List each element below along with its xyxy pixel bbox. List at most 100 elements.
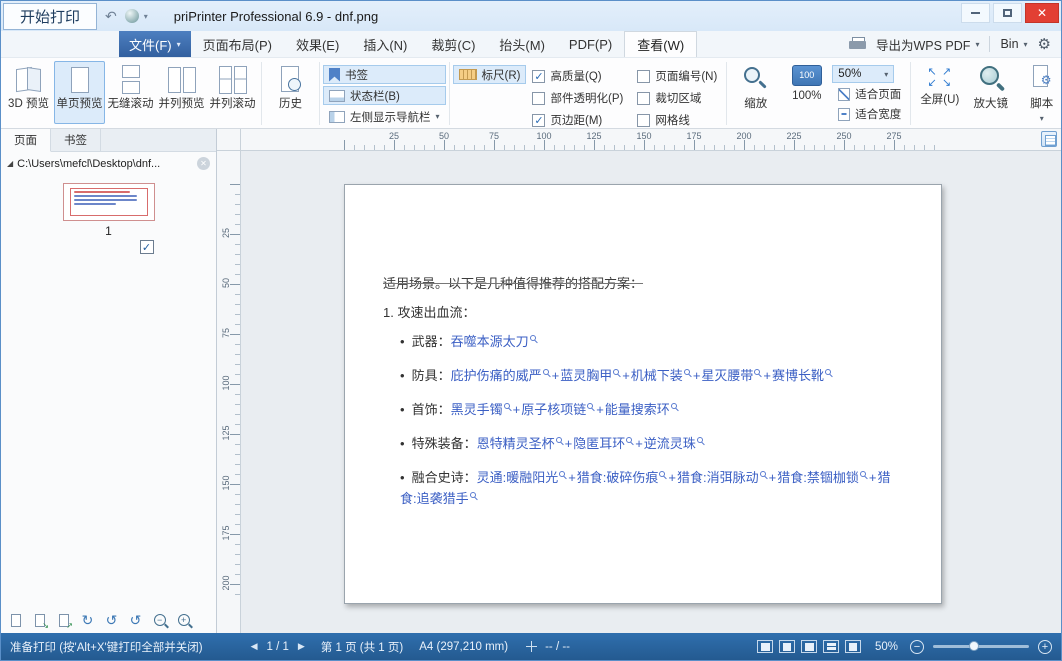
tab-PDF(P)[interactable]: PDF(P) bbox=[557, 31, 624, 57]
search-magnifier-icon[interactable] bbox=[659, 471, 665, 477]
search-magnifier-icon[interactable] bbox=[671, 403, 677, 409]
search-magnifier-icon[interactable] bbox=[825, 369, 831, 375]
view-continuous-icon[interactable] bbox=[801, 640, 817, 653]
item-link[interactable]: 能量搜索环 bbox=[605, 402, 670, 417]
fullscreen-button[interactable]: 全屏(U) bbox=[914, 61, 965, 124]
rotate-cw-icon[interactable]: ↻ bbox=[78, 611, 97, 630]
search-magnifier-icon[interactable] bbox=[613, 369, 619, 375]
item-link[interactable]: 猎食:禁锢枷锁 bbox=[777, 470, 859, 485]
view-grid-icon[interactable] bbox=[823, 640, 839, 653]
previous-page-icon[interactable]: ◀ bbox=[251, 641, 258, 652]
search-magnifier-icon[interactable] bbox=[860, 471, 866, 477]
view-multi-icon[interactable] bbox=[845, 640, 861, 653]
tree-item-document[interactable]: ◢ C:\Users\mefcl\Desktop\dnf... ✕ bbox=[1, 152, 216, 175]
checkbox-部件透明化(P)[interactable]: 部件透明化(P) bbox=[532, 90, 623, 106]
history-button[interactable]: 历史 bbox=[265, 61, 316, 124]
item-link[interactable]: 恩特精灵圣杯 bbox=[477, 436, 555, 451]
magnifier-button[interactable]: 放大镜 bbox=[965, 61, 1016, 124]
sidebar-tab-书签[interactable]: 书签 bbox=[51, 129, 101, 151]
settings-gear-icon[interactable]: ⚙ bbox=[1038, 35, 1051, 53]
checkbox-页面编号(N)[interactable]: 页面编号(N) bbox=[637, 68, 717, 84]
zoom-level-select[interactable]: 50% ▾ bbox=[832, 65, 894, 83]
tab-插入(N)[interactable]: 插入(N) bbox=[351, 31, 419, 57]
item-link[interactable]: 原子核项链 bbox=[521, 402, 586, 417]
item-link[interactable]: 庇护伤痛的威严 bbox=[451, 368, 542, 383]
item-link[interactable]: 赛博长靴 bbox=[772, 368, 824, 383]
item-link[interactable]: 猎食:消弭脉动 bbox=[677, 470, 759, 485]
start-print-button[interactable]: 开始打印 bbox=[3, 3, 97, 30]
statusbar-toggle[interactable]: 状态栏(B) bbox=[323, 86, 446, 105]
fit-page-button[interactable]: 适合页面 bbox=[832, 85, 907, 103]
tab-效果(E)[interactable]: 效果(E) bbox=[284, 31, 351, 57]
nav-panel-toggle[interactable]: 左侧显示导航栏▾ bbox=[323, 107, 446, 126]
panel-close-icon[interactable]: ✕ bbox=[197, 157, 210, 170]
zoom-out-button[interactable]: − bbox=[910, 640, 924, 654]
item-link[interactable]: 吞噬本源太刀 bbox=[451, 334, 529, 349]
bin-button[interactable]: Bin ▾ bbox=[1000, 37, 1027, 51]
import-page-icon[interactable]: ↘ bbox=[30, 611, 49, 630]
next-page-icon[interactable]: ▶ bbox=[298, 641, 305, 652]
item-link[interactable]: 蓝灵胸甲 bbox=[560, 368, 612, 383]
rotate-180-icon[interactable]: ↺ bbox=[126, 611, 145, 630]
search-magnifier-icon[interactable] bbox=[684, 369, 690, 375]
search-magnifier-icon[interactable] bbox=[754, 369, 760, 375]
view-single-icon[interactable] bbox=[757, 640, 773, 653]
search-magnifier-icon[interactable] bbox=[559, 471, 565, 477]
rotate-ccw-icon[interactable]: ↺ bbox=[102, 611, 121, 630]
bookmark-toggle[interactable]: 书签 bbox=[323, 65, 446, 84]
zoom-tool-button[interactable]: 缩放 bbox=[730, 61, 781, 124]
zoom-slider[interactable] bbox=[933, 645, 1029, 648]
item-link[interactable]: 机械下装 bbox=[631, 368, 683, 383]
search-magnifier-icon[interactable] bbox=[697, 437, 703, 443]
search-magnifier-icon[interactable] bbox=[556, 437, 562, 443]
checkbox-高质量(Q)[interactable]: ✓高质量(Q) bbox=[532, 68, 623, 84]
search-magnifier-icon[interactable] bbox=[470, 492, 476, 498]
export-wps-pdf-button[interactable]: 导出为WPS PDF ▾ bbox=[876, 35, 979, 54]
multi-scroll-button[interactable]: 并列滚动 bbox=[207, 61, 258, 124]
close-button[interactable]: ✕ bbox=[1025, 3, 1059, 23]
paper-size-info[interactable]: A4 (297,210 mm) bbox=[419, 641, 508, 653]
zoom-out-icon[interactable]: − bbox=[150, 611, 169, 630]
quick-access-chevron-icon[interactable]: ▾ bbox=[144, 12, 148, 21]
zoom-100-button[interactable]: 100% bbox=[781, 61, 832, 124]
zoom-in-icon[interactable]: + bbox=[174, 611, 193, 630]
item-link[interactable]: 隐匿耳环 bbox=[573, 436, 625, 451]
search-magnifier-icon[interactable] bbox=[626, 437, 632, 443]
view-facing-icon[interactable] bbox=[779, 640, 795, 653]
undo-icon[interactable]: ↶ bbox=[105, 8, 117, 25]
item-link[interactable]: 猎食:破碎伤痕 bbox=[577, 470, 659, 485]
new-page-icon[interactable] bbox=[6, 611, 25, 630]
page-include-checkbox[interactable]: ✓ bbox=[140, 240, 154, 254]
printer-icon[interactable] bbox=[849, 37, 866, 51]
tab-裁剪(C)[interactable]: 裁剪(C) bbox=[419, 31, 487, 57]
minimize-button[interactable] bbox=[961, 3, 990, 23]
search-magnifier-icon[interactable] bbox=[760, 471, 766, 477]
zoom-slider-handle[interactable] bbox=[969, 641, 979, 651]
script-button[interactable]: 脚本 ▾ bbox=[1016, 61, 1062, 124]
tab-抬头(M)[interactable]: 抬头(M) bbox=[487, 31, 557, 57]
ruler-toggle[interactable]: 标尺(R) bbox=[453, 65, 527, 84]
search-magnifier-icon[interactable] bbox=[530, 335, 536, 341]
thumbnail-image[interactable] bbox=[63, 183, 155, 221]
item-link[interactable]: 逆流灵珠 bbox=[644, 436, 696, 451]
fit-width-button[interactable]: 适合宽度 bbox=[832, 105, 907, 123]
page-thumbnail[interactable]: 1 ✓ bbox=[1, 183, 216, 254]
tree-expander-icon[interactable]: ◢ bbox=[7, 159, 13, 168]
maximize-button[interactable] bbox=[993, 3, 1022, 23]
search-magnifier-icon[interactable] bbox=[587, 403, 593, 409]
checkbox-网格线[interactable]: 网格线 bbox=[637, 112, 717, 128]
zoom-in-button[interactable]: + bbox=[1038, 640, 1052, 654]
tab-file[interactable]: 文件(F) ▾ bbox=[119, 31, 191, 57]
seamless-scroll-button[interactable]: 无缝滚动 bbox=[105, 61, 156, 124]
page-setup-icon[interactable] bbox=[1041, 131, 1057, 147]
tab-查看(W)[interactable]: 查看(W) bbox=[624, 31, 697, 57]
export-page-icon[interactable]: ↗ bbox=[54, 611, 73, 630]
search-magnifier-icon[interactable] bbox=[504, 403, 510, 409]
single-page-button[interactable]: 单页预览 bbox=[54, 61, 105, 124]
item-link[interactable]: 星灭腰带 bbox=[701, 368, 753, 383]
sidebar-tab-页面[interactable]: 页面 bbox=[1, 129, 51, 152]
checkbox-裁切区域[interactable]: 裁切区域 bbox=[637, 90, 717, 106]
tab-页面布局(P)[interactable]: 页面布局(P) bbox=[191, 31, 284, 57]
preview-3d-button[interactable]: 3D 预览 bbox=[3, 61, 54, 124]
search-magnifier-icon[interactable] bbox=[543, 369, 549, 375]
